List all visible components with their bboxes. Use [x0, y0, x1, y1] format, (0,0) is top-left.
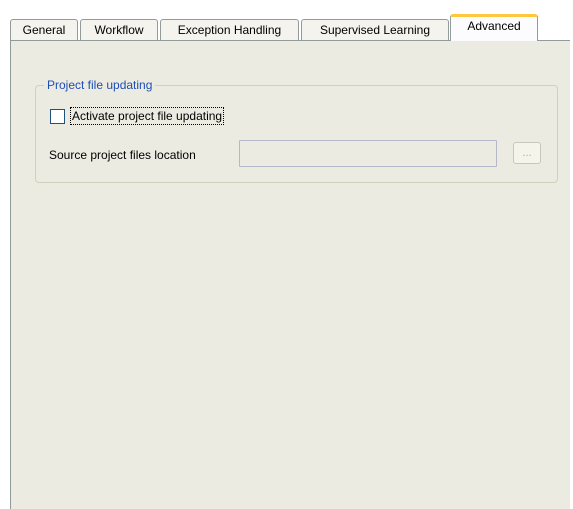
- source-location-input[interactable]: [239, 140, 497, 167]
- activate-project-file-updating-checkbox[interactable]: [50, 109, 65, 124]
- tab-advanced[interactable]: Advanced: [450, 14, 538, 41]
- tab-content-panel: Project file updating Activate project f…: [10, 40, 573, 509]
- browse-button[interactable]: ...: [513, 142, 541, 164]
- tab-workflow[interactable]: Workflow: [80, 19, 158, 41]
- tab-strip: General Workflow Exception Handling Supe…: [0, 0, 573, 41]
- group-title: Project file updating: [44, 77, 156, 93]
- tab-exception-handling[interactable]: Exception Handling: [160, 19, 299, 41]
- project-file-updating-group: Project file updating Activate project f…: [35, 77, 558, 183]
- tab-general[interactable]: General: [10, 19, 78, 41]
- source-location-label: Source project files location: [49, 148, 196, 162]
- activate-project-file-updating-label[interactable]: Activate project file updating: [69, 107, 225, 125]
- tab-supervised-learning[interactable]: Supervised Learning: [301, 19, 449, 41]
